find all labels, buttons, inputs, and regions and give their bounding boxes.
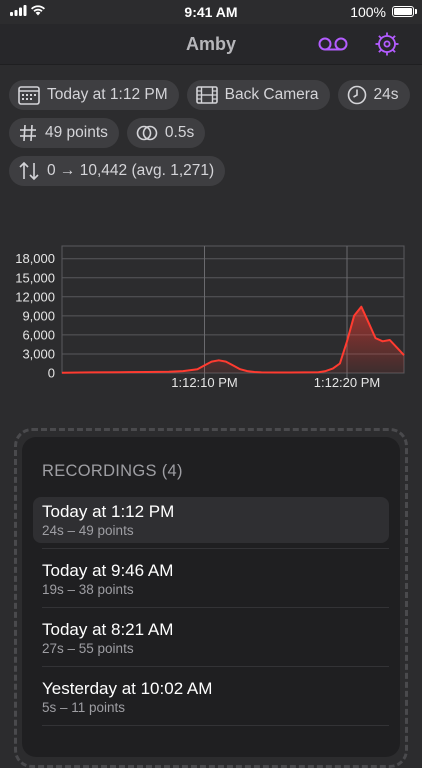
nav-bar: Amby xyxy=(0,24,422,65)
battery-icon xyxy=(392,6,414,17)
recording-subtitle: 27s – 55 points xyxy=(42,641,134,656)
chart-area xyxy=(62,306,404,373)
row-divider xyxy=(42,548,389,549)
range-chip: 0 → 10,442 (avg. 1,271) xyxy=(9,156,226,186)
date-chip: Today at 1:12 PM xyxy=(9,80,179,110)
recording-title: Today at 1:12 PM xyxy=(42,502,175,521)
range-chip-label: 0 → 10,442 (avg. 1,271) xyxy=(47,162,215,179)
recording-row[interactable]: Today at 9:46 AM 19s – 38 points xyxy=(33,556,389,602)
y-tick-label: 15,000 xyxy=(15,270,55,285)
y-tick-label: 6,000 xyxy=(22,327,55,342)
row-divider xyxy=(42,725,389,726)
camera-chip: Back Camera xyxy=(186,80,330,110)
x-tick-label: 1:12:10 PM xyxy=(171,375,238,390)
recording-title: Today at 9:46 AM xyxy=(42,561,174,580)
y-tick-label: 3,000 xyxy=(22,346,55,361)
status-bar: 9:41 AM 100% xyxy=(0,0,422,24)
film-icon xyxy=(195,86,218,104)
recording-subtitle: 19s – 38 points xyxy=(42,582,134,597)
duration-chip: 24s xyxy=(337,80,410,110)
date-chip-label: Today at 1:12 PM xyxy=(47,86,168,103)
recordings-header: RECORDINGS (4) xyxy=(42,462,183,480)
row-divider xyxy=(42,607,389,608)
clock-icon xyxy=(347,85,367,105)
battery-nub xyxy=(415,9,417,14)
y-tick-label: 0 xyxy=(48,366,55,381)
y-tick-label: 9,000 xyxy=(22,308,55,323)
y-tick-label: 18,000 xyxy=(15,251,55,266)
points-chip-label: 49 points xyxy=(45,124,108,141)
recording-title: Yesterday at 10:02 AM xyxy=(42,679,213,698)
recording-row[interactable]: Today at 8:21 AM 27s – 55 points xyxy=(33,615,389,661)
x-tick-label: 1:12:20 PM xyxy=(314,375,381,390)
camera-chip-label: Back Camera xyxy=(224,86,319,103)
activity-chart: 0 3,000 6,000 9,000 12,000 15,000 18,000 1:12:1… xyxy=(15,245,405,390)
interval-chip-label: 0.5s xyxy=(164,124,195,141)
recording-info-chips: Today at 1:12 PM Back Camera 24s 49 poin… xyxy=(9,80,419,194)
y-tick-label: 12,000 xyxy=(15,289,55,304)
recording-row[interactable]: Today at 1:12 PM 24s – 49 points xyxy=(33,497,389,543)
gear-icon[interactable] xyxy=(374,31,400,57)
interval-chip: 0.5s xyxy=(126,118,206,148)
recording-row[interactable]: Yesterday at 10:02 AM 5s – 11 points xyxy=(33,674,389,720)
up-down-arrows-icon xyxy=(18,161,40,181)
overlapping-circles-icon xyxy=(136,124,158,142)
row-divider xyxy=(42,666,389,667)
points-chip: 49 points xyxy=(9,118,119,148)
recording-title: Today at 8:21 AM xyxy=(42,620,174,639)
number-sign-icon xyxy=(18,123,38,143)
battery-percentage: 100% xyxy=(350,4,386,20)
voicemail-icon[interactable] xyxy=(316,31,350,57)
calendar-icon xyxy=(18,85,40,105)
recording-subtitle: 24s – 49 points xyxy=(42,523,134,538)
recording-subtitle: 5s – 11 points xyxy=(42,700,126,715)
app-title: Amby xyxy=(185,34,236,54)
duration-chip-label: 24s xyxy=(373,86,399,103)
